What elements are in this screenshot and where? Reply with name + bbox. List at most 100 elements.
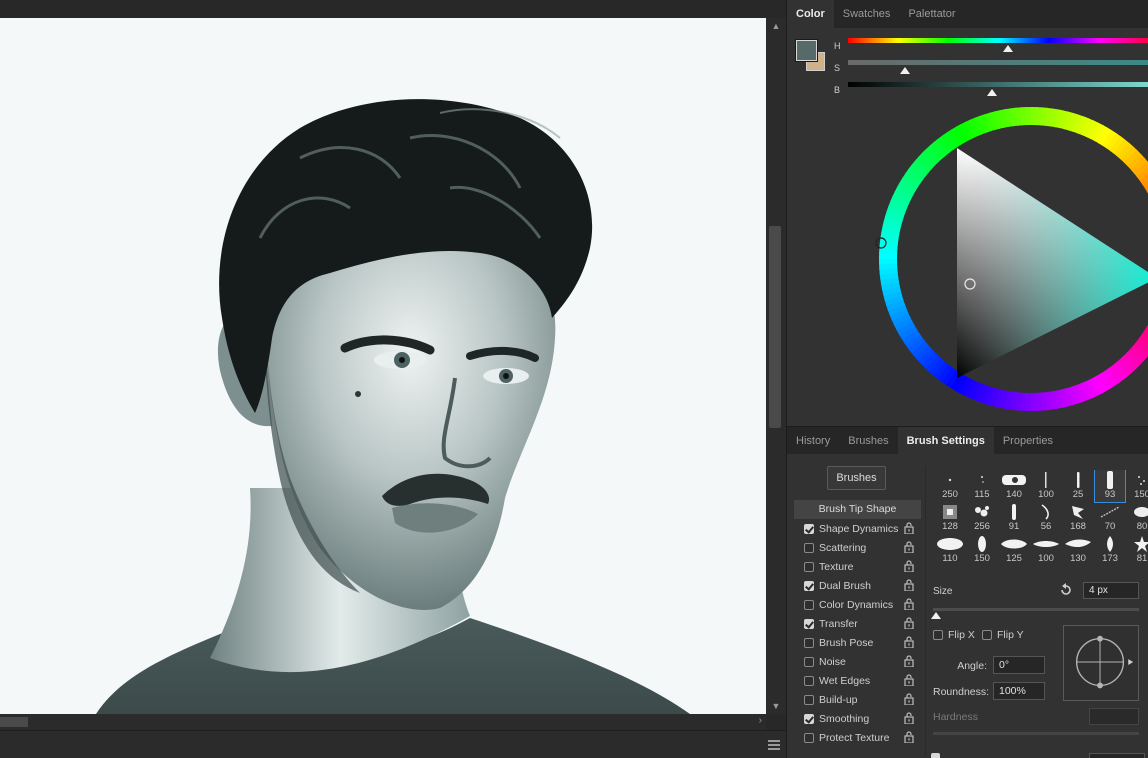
hue-slider-knob[interactable] [1002,45,1013,52]
brush-option-wet-edges[interactable]: Wet Edges [804,671,921,690]
color-wheel[interactable] [787,98,1148,425]
brush-tip[interactable]: 25 [1063,470,1093,502]
brush-tip[interactable]: 125 [999,534,1029,566]
brush-tip[interactable]: 91 [999,502,1029,534]
saturation-slider[interactable] [848,60,1148,65]
lock-icon[interactable] [904,655,914,668]
brush-tip[interactable]: 100 [1031,534,1061,566]
brush-tip[interactable]: 250 [935,470,965,502]
tab-palettator[interactable]: Palettator [899,0,964,28]
size-slider[interactable] [933,608,1139,611]
brush-tip[interactable]: 115 [967,470,997,502]
brush-tip[interactable]: 110 [935,534,965,566]
brush-tip[interactable]: 256 [967,502,997,534]
tab-color[interactable]: Color [787,0,834,28]
scattering-checkbox[interactable] [804,542,814,553]
protect-texture-checkbox[interactable] [804,732,814,743]
vertical-scrollbar[interactable]: ▲ ▼ [766,18,786,714]
lock-icon[interactable] [904,674,914,687]
brightness-slider-knob[interactable] [987,89,998,96]
brush-option-texture[interactable]: Texture [804,557,921,576]
flip-x-checkbox[interactable] [933,630,943,640]
lock-icon[interactable] [904,693,914,706]
hardness-slider[interactable] [933,732,1139,735]
size-input[interactable]: 4 px [1083,582,1139,599]
brush-tip[interactable]: 140 [999,470,1029,502]
dual-brush-checkbox[interactable] [804,580,814,591]
brush-tip[interactable]: 81 [1127,534,1148,566]
brush-tip[interactable]: 173 [1095,534,1125,566]
brush-option-smoothing[interactable]: Smoothing [804,709,921,728]
transfer-checkbox[interactable] [804,618,814,629]
brush-tip[interactable] [935,566,965,572]
smoothing-checkbox[interactable] [804,713,814,724]
tab-properties[interactable]: Properties [994,427,1062,455]
angle-roundness-widget[interactable] [1063,625,1139,701]
angle-input[interactable]: 0° [993,656,1045,674]
lock-icon[interactable] [904,522,914,535]
brush-tip[interactable] [1063,566,1093,572]
texture-checkbox[interactable] [804,561,814,572]
brush-tip[interactable] [1095,566,1125,572]
brush-tip-shape-item[interactable]: Brush Tip Shape [794,500,921,519]
brush-tip[interactable]: 130 [1063,534,1093,566]
flip-y-option[interactable]: Flip Y [982,629,1024,641]
brush-option-shape-dynamics[interactable]: Shape Dynamics [804,519,921,538]
roundness-input[interactable]: 100% [993,682,1045,700]
brush-tip[interactable] [999,566,1029,572]
brush-tip[interactable]: 150 [967,534,997,566]
brush-option-color-dynamics[interactable]: Color Dynamics [804,595,921,614]
brush-tip[interactable] [1031,566,1061,572]
brush-option-noise[interactable]: Noise [804,652,921,671]
flip-x-option[interactable]: Flip X [933,629,975,641]
spacing-checkbox[interactable] [931,753,940,758]
shape-dynamics-checkbox[interactable] [804,523,814,534]
size-slider-knob[interactable] [931,612,941,619]
lock-icon[interactable] [904,541,914,554]
build-up-checkbox[interactable] [804,694,814,705]
hardness-input[interactable] [1089,708,1139,725]
lock-icon[interactable] [904,636,914,649]
brush-tip[interactable] [967,566,997,572]
brightness-slider[interactable] [848,82,1148,87]
hue-slider[interactable] [848,38,1148,43]
brush-tip[interactable]: 80 [1127,502,1148,534]
saturation-slider-knob[interactable] [900,67,911,74]
lock-icon[interactable] [904,598,914,611]
brush-tip[interactable]: 93 [1094,470,1126,503]
color-dynamics-checkbox[interactable] [804,599,814,610]
vertical-scroll-thumb[interactable] [769,226,781,428]
wet-edges-checkbox[interactable] [804,675,814,686]
brush-tip[interactable] [1127,566,1148,572]
foreground-color-swatch[interactable] [795,39,818,62]
flip-y-checkbox[interactable] [982,630,992,640]
brush-option-build-up[interactable]: Build-up [804,690,921,709]
brush-pose-checkbox[interactable] [804,637,814,648]
horizontal-scrollbar[interactable]: › [0,714,766,730]
lock-icon[interactable] [904,560,914,573]
brush-tip[interactable]: 150 [1127,470,1148,502]
brush-option-transfer[interactable]: Transfer [804,614,921,633]
tab-swatches[interactable]: Swatches [834,0,900,28]
reset-size-icon[interactable] [1059,583,1073,597]
brush-option-protect-texture[interactable]: Protect Texture [804,728,921,747]
brush-tip[interactable]: 128 [935,502,965,534]
noise-checkbox[interactable] [804,656,814,667]
lock-icon[interactable] [904,731,914,744]
brush-tip[interactable]: 100 [1031,470,1061,502]
panel-menu-icon[interactable] [768,740,780,750]
tab-history[interactable]: History [787,427,839,455]
spacing-input[interactable] [1089,753,1145,758]
brush-tip[interactable]: 168 [1063,502,1093,534]
brush-tip[interactable]: 56 [1031,502,1061,534]
lock-icon[interactable] [904,617,914,630]
brush-tip[interactable]: 70 [1095,502,1125,534]
brush-option-scattering[interactable]: Scattering [804,538,921,557]
brush-option-brush-pose[interactable]: Brush Pose [804,633,921,652]
scroll-down-icon[interactable]: ▼ [770,700,782,712]
tab-brush-settings[interactable]: Brush Settings [897,427,994,455]
canvas[interactable] [0,18,766,714]
scroll-up-icon[interactable]: ▲ [770,20,782,32]
scroll-right-icon[interactable]: › [759,715,762,726]
tab-brushes[interactable]: Brushes [839,427,897,455]
